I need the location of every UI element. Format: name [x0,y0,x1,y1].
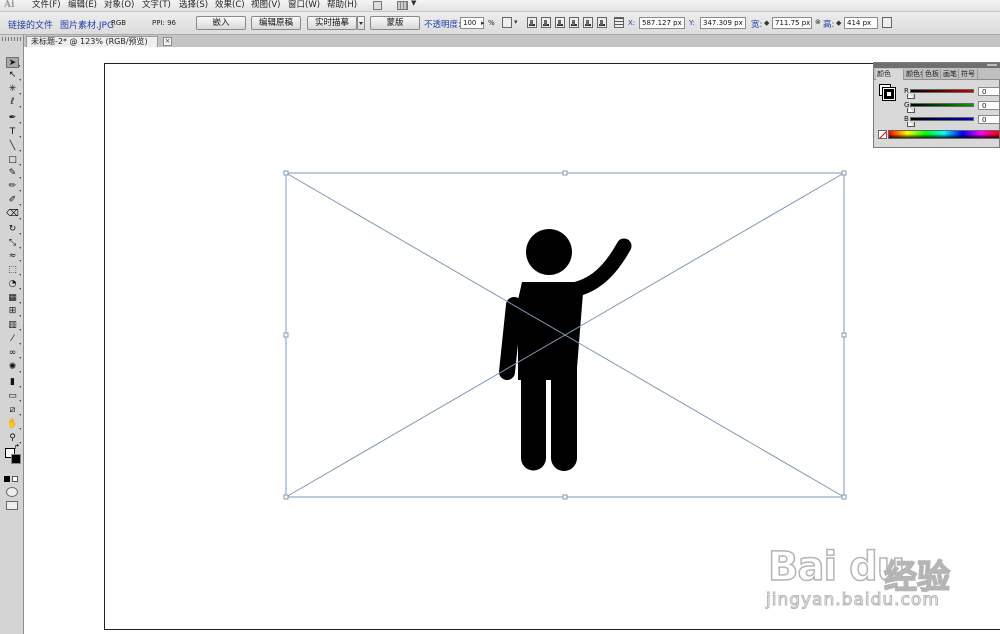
handle [562,494,568,500]
handle [841,170,847,176]
color-spectrum[interactable] [888,130,1000,139]
channel-g-slider[interactable] [910,103,974,107]
tab-color-guide[interactable]: 颜色参考 [905,69,923,80]
handle [562,170,568,176]
tab-swatches[interactable]: 色板 [924,69,941,80]
slider-thumb[interactable] [907,108,915,113]
color-panel-tabs: 颜色 颜色参考 色板 画笔 符号 [874,68,1000,80]
tab-brushes[interactable]: 画笔 [942,69,959,80]
artwork [283,170,847,500]
watermark-url: jingyan.baidu.com [766,590,940,611]
handle [283,494,289,500]
handle [283,170,289,176]
channel-b-slider[interactable] [910,117,974,121]
color-panel: 颜色 颜色参考 色板 画笔 符号 R 0 G 0 B 0 [873,62,1000,148]
figure-lowered-arm [499,297,522,380]
figure-right-leg [551,360,577,471]
figure-head [526,229,572,275]
tab-symbols[interactable]: 符号 [960,69,978,80]
channel-g-field[interactable]: 0 [978,101,1000,110]
channel-b-field[interactable]: 0 [978,115,1000,124]
figure-left-leg [521,360,546,471]
stroke-color-swatch[interactable] [882,87,896,101]
person-figure[interactable] [499,229,632,471]
handle [841,332,847,338]
handle [283,332,289,338]
channel-r-slider[interactable] [910,89,974,93]
baidu-watermark: Bai du 经验 jingyan.baidu.com [764,540,954,620]
channel-r-field[interactable]: 0 [978,87,1000,96]
slider-thumb[interactable] [907,94,915,99]
none-color-icon[interactable] [878,130,887,139]
handle [841,494,847,500]
tab-color[interactable]: 颜色 [876,69,904,80]
slider-thumb[interactable] [907,122,915,127]
